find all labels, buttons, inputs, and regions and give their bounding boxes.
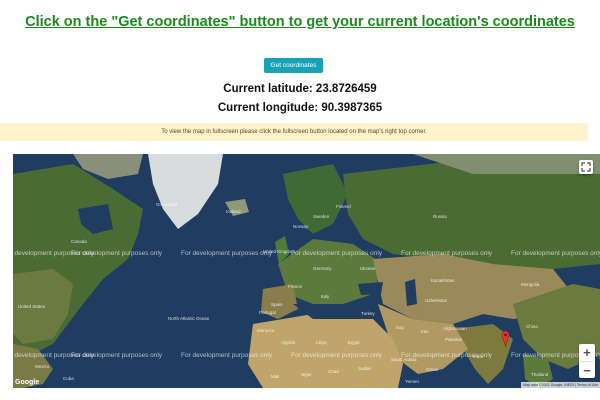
- label-turkey: Turkey: [361, 311, 375, 316]
- current-longitude: Current longitude: 90.3987365: [217, 102, 383, 114]
- label-ukraine: Ukraine: [360, 266, 376, 271]
- label-egypt: Egypt: [348, 340, 360, 345]
- label-germany: Germany: [313, 266, 332, 271]
- dev-watermark: For development purposes only: [71, 352, 163, 359]
- label-libya: Libya: [316, 340, 327, 345]
- map-attribution[interactable]: Map data ©2021 Google, INEGI | Terms of …: [520, 382, 600, 388]
- label-spain: Spain: [271, 302, 283, 307]
- label-united-states: United States: [18, 304, 46, 309]
- label-russia: Russia: [433, 214, 447, 219]
- page-heading: Click on the "Get coordinates" button to…: [25, 14, 575, 30]
- label-afghanistan: Afghanistan: [443, 326, 467, 331]
- zoom-control: + −: [579, 344, 595, 378]
- dev-watermark: For development purposes only: [291, 352, 383, 359]
- label-mongolia: Mongolia: [521, 282, 540, 287]
- label-finland: Finland: [336, 204, 351, 209]
- zoom-out-button[interactable]: −: [579, 362, 595, 379]
- label-cuba: Cuba: [63, 376, 74, 381]
- dev-watermark: For development purposes only: [181, 352, 273, 359]
- dev-watermark: For development purposes only: [291, 250, 383, 257]
- label-canada: Canada: [71, 239, 87, 244]
- fullscreen-icon: [581, 162, 591, 172]
- label-sudan: Sudan: [358, 366, 372, 371]
- label-chad: Chad: [328, 369, 339, 374]
- dev-watermark: For development purposes only: [401, 250, 493, 257]
- label-uzbekistan: Uzbekistan: [425, 298, 448, 303]
- label-sweden: Sweden: [313, 214, 330, 219]
- label-mali: Mali: [271, 374, 280, 379]
- label-kazakhstan: Kazakhstan: [431, 278, 455, 283]
- label-greenland: Greenland: [156, 202, 178, 207]
- label-mexico: Mexico: [35, 364, 50, 369]
- label-morocco: Morocco: [257, 328, 275, 333]
- get-coordinates-button[interactable]: Get coordinates: [264, 58, 323, 73]
- label-iceland: Iceland: [226, 209, 241, 214]
- google-logo: Google: [15, 379, 40, 386]
- label-pakistan: Pakistan: [445, 337, 463, 342]
- label-niger: Niger: [301, 372, 312, 377]
- label-thailand: Thailand: [531, 372, 549, 377]
- fullscreen-button[interactable]: [579, 160, 593, 174]
- zoom-in-button[interactable]: +: [579, 344, 595, 361]
- dev-watermark: For development purposes only: [71, 250, 163, 257]
- label-portugal: Portugal: [259, 310, 276, 315]
- label-north-atlantic: North Atlantic Ocean: [168, 316, 210, 321]
- label-iran: Iran: [421, 329, 429, 334]
- label-china: China: [526, 324, 538, 329]
- current-latitude: Current latitude: 23.8726459: [223, 83, 377, 95]
- label-norway: Norway: [293, 224, 309, 229]
- fullscreen-notice: To view the map in fullscreen please cli…: [0, 123, 588, 141]
- dev-watermark: For development purposes only: [401, 352, 493, 359]
- label-algeria: Algeria: [281, 340, 296, 345]
- dev-watermark: For development purposes only: [511, 250, 600, 257]
- label-france: France: [288, 284, 303, 289]
- dev-watermark: For development purposes only: [181, 250, 273, 257]
- label-iraq: Iraq: [396, 325, 404, 330]
- map-view[interactable]: Greenland Iceland Canada United States N…: [13, 154, 600, 388]
- label-oman: Oman: [426, 367, 439, 372]
- label-italy: Italy: [321, 294, 330, 299]
- label-yemen: Yemen: [405, 379, 419, 384]
